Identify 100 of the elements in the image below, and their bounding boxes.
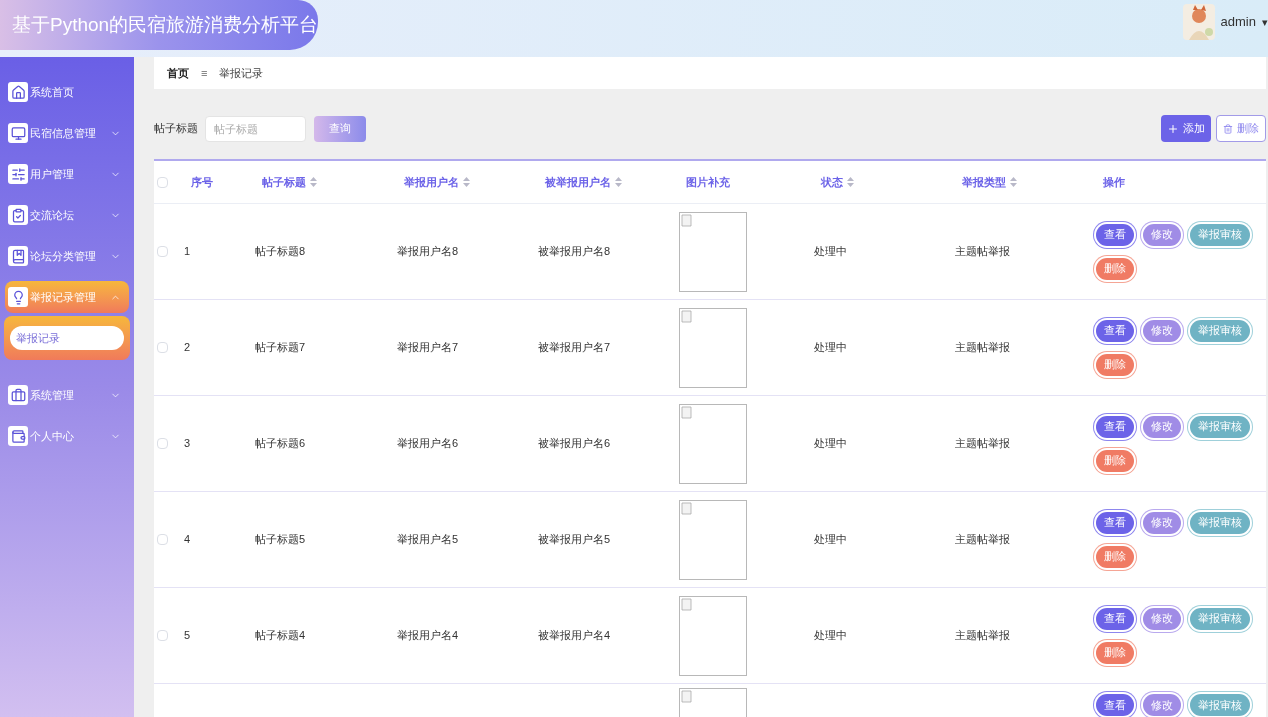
sidebar-item[interactable]: 用户管理 (5, 158, 129, 190)
column-header[interactable]: 举报类型 (962, 173, 1017, 191)
sidebar-item[interactable]: 系统管理 (5, 379, 129, 411)
delete-button[interactable]: 删除 (1096, 449, 1134, 472)
view-button[interactable]: 查看 (1096, 511, 1134, 534)
sidebar-item[interactable]: 个人中心 (5, 420, 129, 452)
table-cell-text: 举报用户名7 (397, 340, 459, 356)
trash-icon (1223, 123, 1233, 134)
row-checkbox[interactable] (157, 534, 168, 545)
edit-button[interactable]: 修改 (1143, 319, 1181, 342)
column-header[interactable]: 举报用户名 (404, 173, 470, 191)
table-cell-text: 帖子标题5 (255, 532, 306, 548)
table-cell-text: 举报用户名4 (397, 628, 459, 644)
audit-button[interactable]: 举报审核 (1190, 607, 1250, 630)
view-button[interactable]: 查看 (1096, 319, 1134, 342)
audit-button[interactable]: 举报审核 (1190, 223, 1250, 246)
delete-button[interactable]: 删除 (1096, 257, 1134, 280)
view-button[interactable]: 查看 (1096, 415, 1134, 438)
sidebar-item[interactable]: 举报记录管理 (5, 281, 129, 313)
column-header[interactable]: 状态 (821, 173, 854, 191)
table-cell-text: 3 (184, 436, 191, 452)
table-cell-text: 帖子标题7 (255, 340, 306, 356)
column-header: 操作 (1103, 174, 1125, 190)
table-cell-text: 举报用户名6 (397, 436, 459, 452)
table-cell-text: 被举报用户名4 (538, 628, 611, 644)
audit-button[interactable]: 举报审核 (1190, 319, 1250, 342)
book-icon (10, 248, 26, 264)
batch-delete-button[interactable]: 删除 (1216, 115, 1266, 142)
row-checkbox[interactable] (157, 246, 168, 257)
sidebar-item[interactable]: 民宿信息管理 (5, 117, 129, 149)
submenu-item[interactable]: 举报记录 (10, 326, 124, 350)
audit-button[interactable]: 举报审核 (1190, 694, 1250, 716)
sliders-icon (10, 166, 26, 182)
caret-icon[interactable]: ▾ (1262, 13, 1268, 31)
broken-image-icon (679, 307, 747, 388)
column-header: 序号 (191, 174, 213, 190)
breadcrumb-home[interactable]: 首页 (167, 64, 189, 82)
delete-button[interactable]: 删除 (1096, 545, 1134, 568)
table-cell-text: 主题帖举报 (955, 436, 1010, 452)
table-cell-text: 5 (184, 628, 191, 644)
row-checkbox[interactable] (157, 342, 168, 353)
view-button[interactable]: 查看 (1096, 223, 1134, 246)
table-cell-text: 处理中 (814, 436, 847, 452)
table-cell-text: 被举报用户名8 (538, 244, 611, 260)
sort-icon[interactable] (463, 177, 470, 187)
broken-image-icon (679, 595, 747, 676)
table-cell-text: 处理中 (814, 340, 847, 356)
table-cell-text: 处理中 (814, 244, 847, 260)
search-button[interactable]: 查询 (314, 115, 366, 142)
sort-icon[interactable] (1010, 177, 1017, 187)
broken-image-icon (679, 403, 747, 484)
table-cell-text: 1 (184, 244, 191, 260)
sidebar-item[interactable]: 交流论坛 (5, 199, 129, 231)
sidebar-item[interactable]: 论坛分类管理 (5, 240, 129, 272)
view-button[interactable]: 查看 (1096, 694, 1134, 716)
table-cell-text: 举报用户名5 (397, 532, 459, 548)
column-header: 图片补充 (686, 174, 730, 190)
edit-button[interactable]: 修改 (1143, 694, 1181, 716)
table-cell-text: 2 (184, 340, 191, 356)
table-cell-text: 举报用户名8 (397, 244, 459, 260)
search-field[interactable]: 帖子标题 (205, 115, 306, 142)
briefcase-icon (10, 387, 26, 403)
user-name[interactable]: admin (1220, 12, 1256, 32)
add-button[interactable]: 添加 (1161, 115, 1211, 142)
table-cell-text: 帖子标题6 (255, 436, 306, 452)
table-cell-text: 处理中 (814, 628, 847, 644)
table-cell-text: 主题帖举报 (955, 628, 1010, 644)
row-checkbox[interactable] (157, 630, 168, 641)
audit-button[interactable]: 举报审核 (1190, 511, 1250, 534)
row-checkbox[interactable] (157, 176, 168, 188)
column-header[interactable]: 帖子标题 (262, 173, 317, 191)
table-cell-text: 4 (184, 532, 191, 548)
house-icon (10, 84, 26, 100)
view-button[interactable]: 查看 (1096, 607, 1134, 630)
broken-image-icon (679, 499, 747, 580)
table-cell-text: 主题帖举报 (955, 340, 1010, 356)
search-label: 帖子标题 (154, 121, 198, 137)
sidebar-item[interactable]: 系统首页 (5, 76, 129, 108)
sort-icon[interactable] (847, 177, 854, 187)
app-title: 基于Python的民宿旅游消费分析平台 (12, 12, 319, 37)
delete-button[interactable]: 删除 (1096, 641, 1134, 664)
table-cell-text: 主题帖举报 (955, 244, 1010, 260)
audit-button[interactable]: 举报审核 (1190, 415, 1250, 438)
sort-icon[interactable] (615, 177, 622, 187)
delete-button[interactable]: 删除 (1096, 353, 1134, 376)
column-header[interactable]: 被举报用户名 (545, 173, 622, 191)
breadcrumb-current: 举报记录 (219, 65, 264, 81)
breadcrumb-separator: ≡ (201, 65, 208, 81)
monitor-icon (10, 125, 26, 141)
edit-button[interactable]: 修改 (1143, 607, 1181, 630)
sort-icon[interactable] (310, 177, 317, 187)
edit-button[interactable]: 修改 (1143, 415, 1181, 438)
table-cell-text: 被举报用户名5 (538, 532, 611, 548)
table-cell-text: 帖子标题4 (255, 628, 306, 644)
plus-icon (1167, 122, 1179, 135)
table-cell-text: 被举报用户名6 (538, 436, 611, 452)
clipboard-icon (10, 207, 26, 223)
edit-button[interactable]: 修改 (1143, 511, 1181, 534)
edit-button[interactable]: 修改 (1143, 223, 1181, 246)
row-checkbox[interactable] (157, 438, 168, 449)
